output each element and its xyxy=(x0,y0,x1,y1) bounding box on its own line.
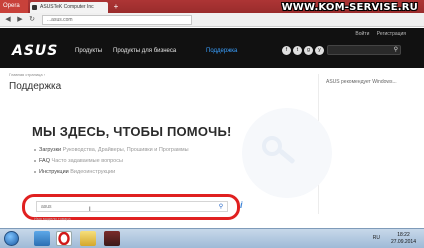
asus-logo[interactable]: ASUS xyxy=(12,43,58,59)
login-link[interactable]: Войти xyxy=(355,31,369,37)
back-button[interactable]: ◀ xyxy=(3,15,13,25)
watermark: WWW.KOM-SERVISE.RU xyxy=(281,2,418,13)
facebook-icon[interactable]: f xyxy=(282,46,291,55)
folder-icon[interactable] xyxy=(80,231,96,246)
url-field[interactable]: ...asus.com xyxy=(42,15,192,25)
support-search-box[interactable]: ⚲ xyxy=(36,201,228,212)
app-icon[interactable] xyxy=(104,231,120,246)
tab-title: ASUSTeK Computer Inc xyxy=(40,4,94,10)
forward-button[interactable]: ▶ xyxy=(15,15,25,25)
bullet-icon xyxy=(34,170,36,173)
sidebar-recommendation: ASUS рекомендует Windows... xyxy=(326,79,397,85)
support-search-input[interactable] xyxy=(37,202,215,211)
ie-icon[interactable] xyxy=(34,231,50,246)
twitter-icon[interactable]: t xyxy=(293,46,302,55)
menu-products[interactable]: Продукты xyxy=(75,48,102,54)
new-tab-button[interactable]: + xyxy=(111,2,121,12)
language-indicator[interactable]: RU xyxy=(373,235,380,241)
browser-tab[interactable]: ASUSTeK Computer Inc xyxy=(30,2,108,13)
search-icon[interactable]: ⚲ xyxy=(394,47,398,54)
bullet-icon xyxy=(34,148,36,151)
system-clock[interactable]: 18:22 27.09.2014 xyxy=(391,232,416,245)
header-search-input[interactable]: ⚲ xyxy=(327,45,401,55)
clock-date: 27.09.2014 xyxy=(390,238,416,245)
menu-business[interactable]: Продукты для бизнеса xyxy=(113,48,176,54)
asus-favicon-icon xyxy=(32,5,37,10)
info-icon[interactable]: i xyxy=(240,200,243,210)
text-cursor-icon: I xyxy=(89,207,91,213)
site-header: Войти Регистрация ASUS Продукты Продукты… xyxy=(0,28,424,68)
search-icon[interactable]: ⚲ xyxy=(217,203,225,211)
youtube-icon[interactable]: y xyxy=(315,46,324,55)
support-link-downloads[interactable]: Загрузки Руководства, Драйверы, Прошивки… xyxy=(34,147,189,153)
support-link-faq[interactable]: FAQ Часто задаваемые вопросы xyxy=(34,158,123,164)
support-link-manuals[interactable]: Инструкции Видеоинструкции xyxy=(34,169,115,175)
account-links: Войти Регистрация xyxy=(349,31,406,37)
windows-taskbar: RU 18:22 27.09.2014 xyxy=(0,228,424,248)
hero-heading: МЫ ЗДЕСЬ, ЧТОБЫ ПОМОЧЬ! xyxy=(32,124,232,139)
address-bar: ◀ ▶ ↻ ...asus.com xyxy=(0,13,424,27)
reload-button[interactable]: ↻ xyxy=(27,15,37,25)
opera-taskbar-icon[interactable] xyxy=(56,231,72,246)
bullet-icon xyxy=(34,159,36,162)
start-button-icon[interactable] xyxy=(4,231,19,246)
register-link[interactable]: Регистрация xyxy=(377,31,406,37)
breadcrumb[interactable]: Главная страница › xyxy=(9,72,45,77)
menu-support[interactable]: Поддержка xyxy=(206,48,237,54)
opera-menu-button[interactable]: Opera xyxy=(0,0,28,13)
model-name-hint[interactable]: Имя модели товара xyxy=(34,216,71,221)
page-title: Поддержка xyxy=(9,81,62,92)
googleplus-icon[interactable]: g xyxy=(304,46,313,55)
